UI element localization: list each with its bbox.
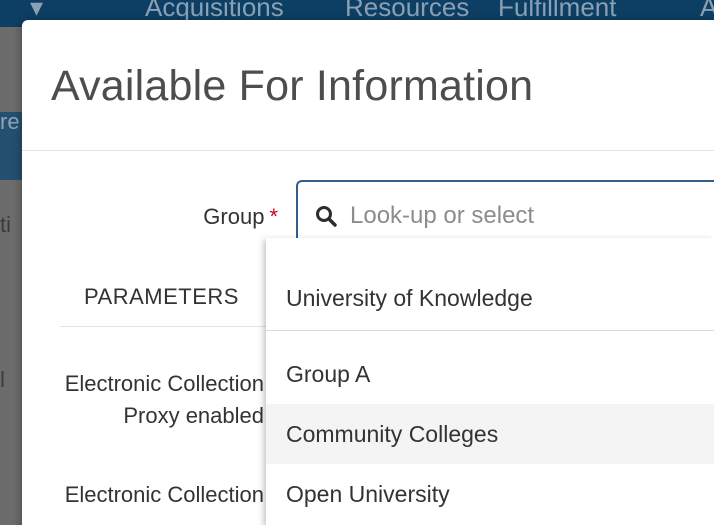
dialog-title: Available For Information bbox=[51, 62, 534, 110]
option-open-university[interactable]: Open University bbox=[266, 464, 714, 524]
title-divider bbox=[22, 150, 714, 151]
background-text-fragment: ti bbox=[0, 212, 11, 237]
parameter-label-electronic-collection: Electronic Collection bbox=[64, 482, 264, 507]
option-community-colleges[interactable]: Community Colleges bbox=[266, 404, 714, 464]
parameters-header: PARAMETERS bbox=[84, 284, 239, 309]
background-text-fragment: re bbox=[0, 109, 20, 134]
group-options-dropdown: University of Knowledge Group A Communit… bbox=[266, 238, 714, 525]
group-field-label: Group * bbox=[22, 204, 278, 230]
options-separator bbox=[266, 330, 714, 331]
parameter-label-proxy-enabled: Electronic Collection Proxy enabled bbox=[64, 371, 264, 428]
group-label-text: Group bbox=[203, 204, 265, 229]
background-text-fragment: l bbox=[0, 367, 5, 392]
search-icon bbox=[316, 206, 337, 227]
background-left-strip: re ti l bbox=[0, 27, 22, 525]
option-group-a[interactable]: Group A bbox=[266, 344, 714, 404]
required-marker: * bbox=[269, 204, 278, 229]
parameters-divider bbox=[60, 326, 288, 327]
option-university-of-knowledge[interactable]: University of Knowledge bbox=[266, 268, 714, 328]
screen: ▾ Acquisitions Resources Fulfillment A r… bbox=[0, 0, 714, 525]
